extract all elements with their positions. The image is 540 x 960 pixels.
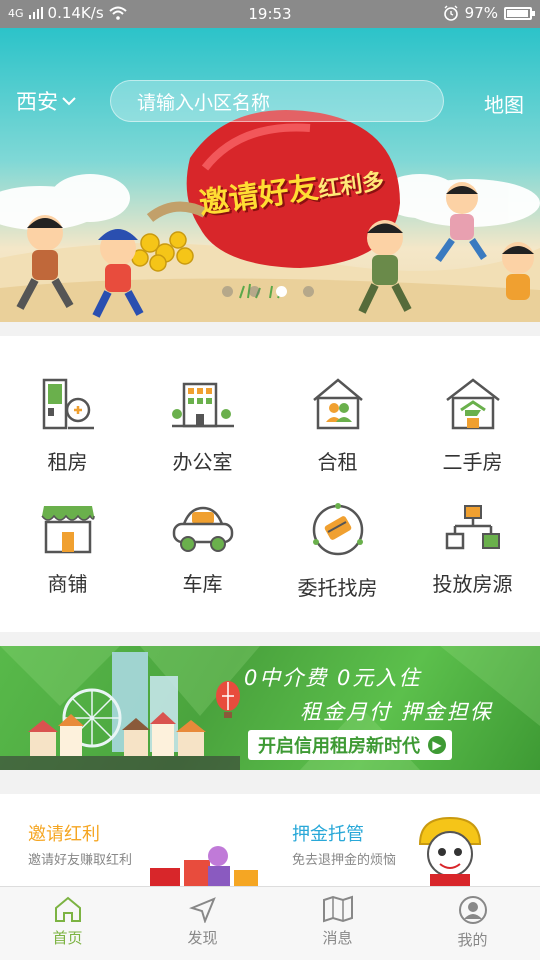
chevron-down-icon xyxy=(62,97,76,106)
promo-card-title: 押金托管 xyxy=(292,824,364,845)
tab-discover[interactable]: 发现 xyxy=(135,895,270,948)
category-label: 投放房源 xyxy=(432,572,513,596)
promo-card-subtitle: 邀请好友赚取红利 xyxy=(28,853,133,868)
category-entrust[interactable]: 委托找房 xyxy=(270,502,405,632)
category-label: 合租 xyxy=(317,450,358,474)
category-second-hand[interactable]: 二手房 xyxy=(405,376,540,506)
ad-line2: 租金月付 押金担保 xyxy=(300,700,493,724)
category-label: 车库 xyxy=(182,572,223,596)
gift-icon xyxy=(150,846,258,886)
promo-card-invite[interactable]: 邀请红利 邀请好友赚取红利 xyxy=(0,794,270,886)
tab-home[interactable]: 首页 xyxy=(0,895,135,948)
garage-icon xyxy=(172,506,233,552)
second-hand-house-icon xyxy=(445,378,500,430)
tab-profile[interactable]: 我的 xyxy=(405,895,540,950)
carousel-dot[interactable] xyxy=(303,286,314,297)
ad-cta-button[interactable]: 开启信用租房新时代 ▶ xyxy=(248,730,452,760)
category-garage[interactable]: 车库 xyxy=(135,502,270,632)
search-input[interactable]: 请输入小区名称 xyxy=(110,80,444,122)
carousel-indicator xyxy=(222,286,314,297)
alarm-icon xyxy=(443,5,458,21)
home-icon xyxy=(54,896,81,922)
city-selector[interactable]: 西安 xyxy=(16,86,76,116)
category-list-property[interactable]: 投放房源 xyxy=(405,502,540,632)
carousel-dot[interactable] xyxy=(222,286,233,297)
city-label: 西安 xyxy=(16,90,58,114)
search-placeholder: 请输入小区名称 xyxy=(137,91,271,114)
promo-card-deposit[interactable]: 押金托管 免去退押金的烦恼 xyxy=(270,794,540,886)
category-label: 办公室 xyxy=(172,450,233,474)
hero-banner[interactable]: 邀请好友红利多 西安 请输入小区名称 地图 xyxy=(0,28,540,322)
credit-rent-ad[interactable]: 0中介费 0元入住 租金月付 押金担保 开启信用租房新时代 ▶ xyxy=(0,646,540,770)
bottom-tab-bar: 首页 发现 消息 我的 xyxy=(0,886,540,960)
promo-cards: 邀请红利 邀请好友赚取红利 押金托管 免去退押金的烦恼 xyxy=(0,794,540,886)
map-message-icon xyxy=(322,895,353,923)
battery-percent: 97% xyxy=(464,4,498,22)
discover-icon xyxy=(188,897,216,923)
promo-card-subtitle: 免去退押金的烦恼 xyxy=(292,853,397,868)
tab-label: 消息 xyxy=(322,929,353,947)
tab-label: 发现 xyxy=(187,929,218,947)
banner-headline-small: 红利多 xyxy=(316,168,386,204)
office-icon xyxy=(171,382,234,428)
ad-cta-label: 开启信用租房新时代 xyxy=(258,736,420,757)
promo-card-title: 邀请红利 xyxy=(28,824,100,845)
category-label: 二手房 xyxy=(442,450,503,474)
category-label: 商铺 xyxy=(47,572,88,596)
rent-icon xyxy=(42,378,94,430)
entrust-icon xyxy=(312,503,363,556)
app-screen: 4G 0.14K/s 19:53 97% 邀请好友红利多 西安 请输入小区名称 … xyxy=(0,0,540,960)
category-rent[interactable]: 租房 xyxy=(0,376,135,506)
list-property-icon xyxy=(445,505,500,550)
category-grid: 租房 办公室 合租 二手房 商铺 车库 委托找房 投放房源 xyxy=(0,336,540,632)
ad-line1: 0中介费 0元入住 xyxy=(244,666,422,690)
profile-icon xyxy=(458,896,487,924)
shared-rent-icon xyxy=(312,378,363,430)
carousel-dot[interactable] xyxy=(249,286,260,297)
carousel-dot-active[interactable] xyxy=(276,286,287,297)
category-label: 租房 xyxy=(47,450,88,474)
category-shop[interactable]: 商铺 xyxy=(0,502,135,632)
category-shared-rent[interactable]: 合租 xyxy=(270,376,405,506)
battery-icon xyxy=(504,6,535,20)
status-bar: 4G 0.14K/s 19:53 97% xyxy=(0,0,540,28)
map-button[interactable]: 地图 xyxy=(484,89,524,118)
tab-label: 我的 xyxy=(457,931,488,949)
mascot-icon xyxy=(418,816,482,886)
category-office[interactable]: 办公室 xyxy=(135,376,270,506)
tab-messages[interactable]: 消息 xyxy=(270,895,405,948)
category-label: 委托找房 xyxy=(297,576,378,600)
chevron-right-icon: ▶ xyxy=(428,736,446,754)
tab-label: 首页 xyxy=(52,929,83,947)
shop-icon xyxy=(40,506,95,554)
